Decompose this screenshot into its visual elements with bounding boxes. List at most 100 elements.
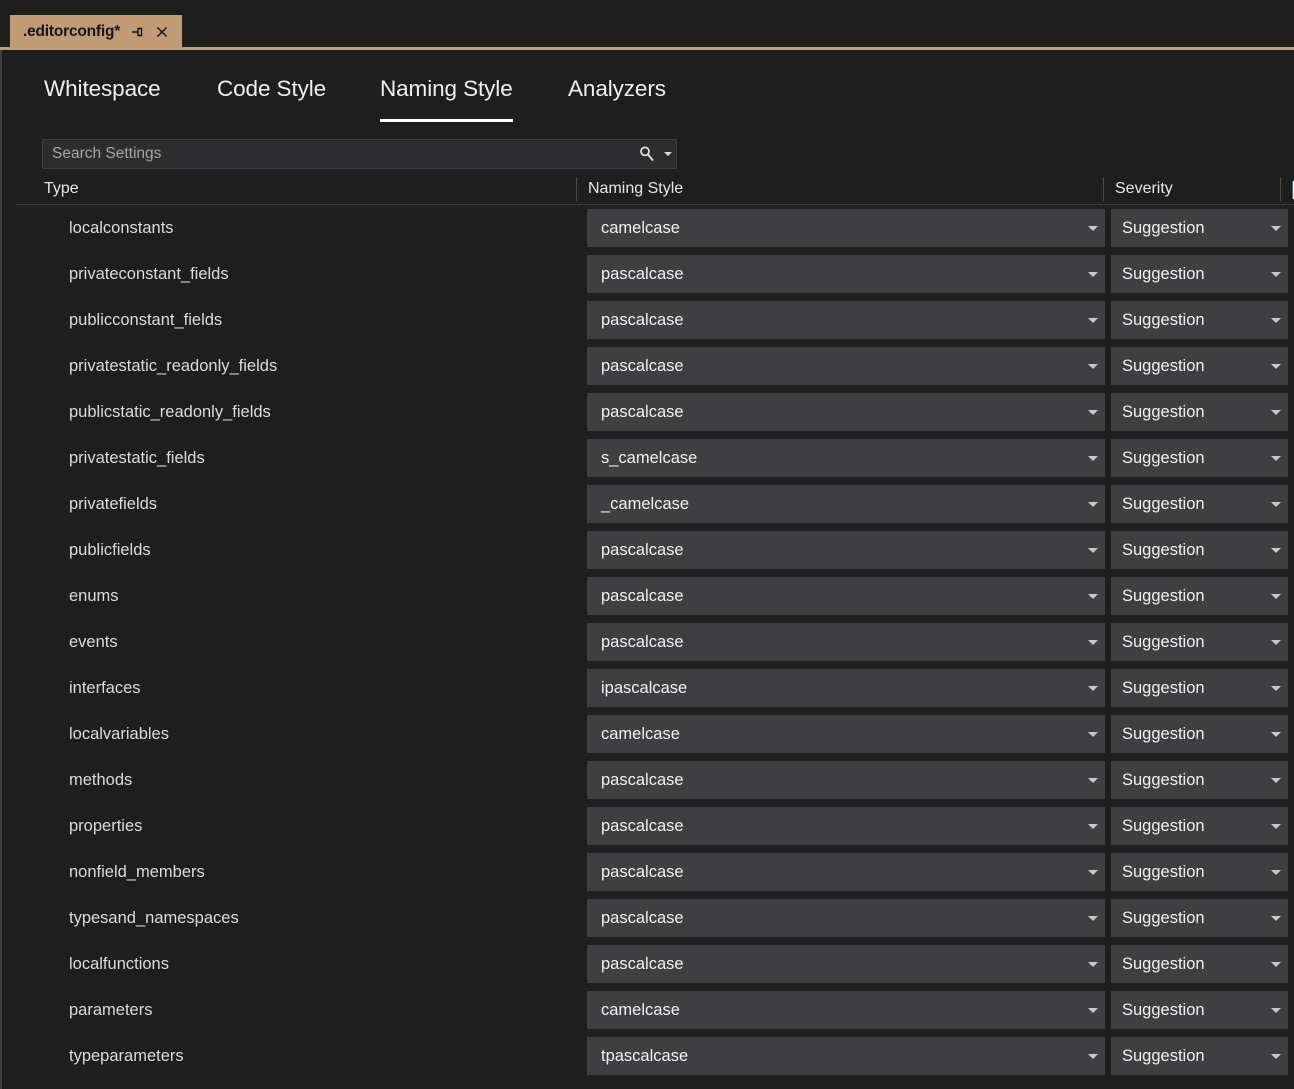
- tab-analyzers[interactable]: Analyzers: [568, 76, 666, 116]
- chevron-down-icon[interactable]: [1081, 439, 1105, 477]
- chevron-down-icon[interactable]: [1081, 301, 1105, 339]
- table-row[interactable]: localvariables camelcase Suggestion: [16, 711, 1294, 757]
- severity-dropdown[interactable]: Suggestion: [1111, 577, 1288, 615]
- search-settings-box[interactable]: [42, 139, 677, 169]
- chevron-down-icon[interactable]: [1081, 623, 1105, 661]
- table-row[interactable]: methods pascalcase Suggestion: [16, 757, 1294, 803]
- chevron-down-icon[interactable]: [1081, 577, 1105, 615]
- chevron-down-icon[interactable]: [1081, 347, 1105, 385]
- close-icon[interactable]: [154, 24, 170, 40]
- search-input[interactable]: [43, 140, 634, 168]
- chevron-down-icon[interactable]: [1081, 853, 1105, 891]
- naming-style-dropdown[interactable]: camelcase: [587, 991, 1105, 1029]
- document-tab-editorconfig[interactable]: .editorconfig*: [10, 15, 183, 49]
- naming-style-dropdown[interactable]: pascalcase: [587, 255, 1105, 293]
- chevron-down-icon[interactable]: [1081, 531, 1105, 569]
- severity-dropdown[interactable]: Suggestion: [1111, 393, 1288, 431]
- severity-dropdown[interactable]: Suggestion: [1111, 715, 1288, 753]
- chevron-down-icon[interactable]: [1081, 715, 1105, 753]
- column-header-naming-style[interactable]: Naming Style: [577, 173, 1104, 204]
- chevron-down-icon[interactable]: [1264, 945, 1288, 983]
- chevron-down-icon[interactable]: [1081, 899, 1105, 937]
- naming-style-dropdown[interactable]: pascalcase: [587, 623, 1105, 661]
- table-row[interactable]: publicconstant_fields pascalcase Suggestio…: [16, 297, 1294, 343]
- severity-dropdown[interactable]: Suggestion: [1111, 991, 1288, 1029]
- naming-style-dropdown[interactable]: pascalcase: [587, 393, 1105, 431]
- table-row[interactable]: nonfield_members pascalcase Suggestion: [16, 849, 1294, 895]
- severity-dropdown[interactable]: Suggestion: [1111, 945, 1288, 983]
- chevron-down-icon[interactable]: [1081, 209, 1105, 247]
- naming-style-dropdown[interactable]: _camelcase: [587, 485, 1105, 523]
- naming-style-dropdown[interactable]: ipascalcase: [587, 669, 1105, 707]
- table-row[interactable]: properties pascalcase Suggestion: [16, 803, 1294, 849]
- chevron-down-icon[interactable]: [1081, 669, 1105, 707]
- table-row[interactable]: privateconstant_fields pascalcase Suggesti…: [16, 251, 1294, 297]
- severity-dropdown[interactable]: Suggestion: [1111, 1037, 1288, 1075]
- table-row[interactable]: localfunctions pascalcase Suggestion: [16, 941, 1294, 987]
- naming-style-dropdown[interactable]: pascalcase: [587, 945, 1105, 983]
- chevron-down-icon[interactable]: [1264, 209, 1288, 247]
- table-row[interactable]: localconstants camelcase Suggestion: [16, 205, 1294, 251]
- chevron-down-icon[interactable]: [1264, 531, 1288, 569]
- chevron-down-icon[interactable]: [1264, 255, 1288, 293]
- chevron-down-icon[interactable]: [1081, 807, 1105, 845]
- severity-dropdown[interactable]: Suggestion: [1111, 807, 1288, 845]
- chevron-down-icon[interactable]: [1264, 393, 1288, 431]
- chevron-down-icon[interactable]: [1081, 255, 1105, 293]
- chevron-down-icon[interactable]: [1264, 669, 1288, 707]
- naming-style-dropdown[interactable]: s_camelcase: [587, 439, 1105, 477]
- chevron-down-icon[interactable]: [1081, 945, 1105, 983]
- chevron-down-icon[interactable]: [1264, 899, 1288, 937]
- tab-code-style[interactable]: Code Style: [217, 76, 326, 116]
- table-row[interactable]: events pascalcase Suggestion: [16, 619, 1294, 665]
- table-row[interactable]: privatefields _camelcase Suggestion: [16, 481, 1294, 527]
- severity-dropdown[interactable]: Suggestion: [1111, 899, 1288, 937]
- severity-dropdown[interactable]: Suggestion: [1111, 531, 1288, 569]
- table-row[interactable]: privatestatic_readonly_fields pascalcase S…: [16, 343, 1294, 389]
- naming-style-dropdown[interactable]: pascalcase: [587, 761, 1105, 799]
- column-header-type[interactable]: Type: [16, 173, 577, 204]
- table-row[interactable]: typesand_namespaces pascalcase Suggestion: [16, 895, 1294, 941]
- chevron-down-icon[interactable]: [1081, 393, 1105, 431]
- naming-style-dropdown[interactable]: pascalcase: [587, 853, 1105, 891]
- severity-dropdown[interactable]: Suggestion: [1111, 853, 1288, 891]
- severity-dropdown[interactable]: Suggestion: [1111, 485, 1288, 523]
- chevron-down-icon[interactable]: [1081, 485, 1105, 523]
- severity-dropdown[interactable]: Suggestion: [1111, 255, 1288, 293]
- naming-style-dropdown[interactable]: tpascalcase: [587, 1037, 1105, 1075]
- table-row[interactable]: enums pascalcase Suggestion: [16, 573, 1294, 619]
- chevron-down-icon[interactable]: [1264, 301, 1288, 339]
- table-row[interactable]: interfaces ipascalcase Suggestion: [16, 665, 1294, 711]
- severity-dropdown[interactable]: Suggestion: [1111, 347, 1288, 385]
- chevron-down-icon[interactable]: [1081, 761, 1105, 799]
- naming-style-dropdown[interactable]: pascalcase: [587, 807, 1105, 845]
- naming-style-dropdown[interactable]: camelcase: [587, 715, 1105, 753]
- table-row[interactable]: typeparameters tpascalcase Suggestion: [16, 1033, 1294, 1079]
- chevron-down-icon[interactable]: [1264, 853, 1288, 891]
- search-options-chevron-down-icon[interactable]: [660, 140, 676, 168]
- table-row[interactable]: parameters camelcase Suggestion: [16, 987, 1294, 1033]
- chevron-down-icon[interactable]: [1081, 991, 1105, 1029]
- severity-dropdown[interactable]: Suggestion: [1111, 439, 1288, 477]
- chevron-down-icon[interactable]: [1264, 577, 1288, 615]
- chevron-down-icon[interactable]: [1264, 761, 1288, 799]
- column-header-severity[interactable]: Severity: [1104, 173, 1281, 204]
- chevron-down-icon[interactable]: [1264, 439, 1288, 477]
- tab-whitespace[interactable]: Whitespace: [44, 76, 161, 116]
- chevron-down-icon[interactable]: [1264, 715, 1288, 753]
- naming-style-dropdown[interactable]: pascalcase: [587, 531, 1105, 569]
- naming-style-dropdown[interactable]: camelcase: [587, 209, 1105, 247]
- naming-style-dropdown[interactable]: pascalcase: [587, 899, 1105, 937]
- chevron-down-icon[interactable]: [1264, 1037, 1288, 1075]
- chevron-down-icon[interactable]: [1264, 991, 1288, 1029]
- chevron-down-icon[interactable]: [1264, 623, 1288, 661]
- chevron-down-icon[interactable]: [1264, 485, 1288, 523]
- naming-style-dropdown[interactable]: pascalcase: [587, 301, 1105, 339]
- severity-dropdown[interactable]: Suggestion: [1111, 669, 1288, 707]
- chevron-down-icon[interactable]: [1264, 347, 1288, 385]
- chevron-down-icon[interactable]: [1264, 807, 1288, 845]
- table-row[interactable]: publicfields pascalcase Suggestion: [16, 527, 1294, 573]
- severity-dropdown[interactable]: Suggestion: [1111, 209, 1288, 247]
- search-icon[interactable]: [634, 140, 660, 168]
- severity-dropdown[interactable]: Suggestion: [1111, 623, 1288, 661]
